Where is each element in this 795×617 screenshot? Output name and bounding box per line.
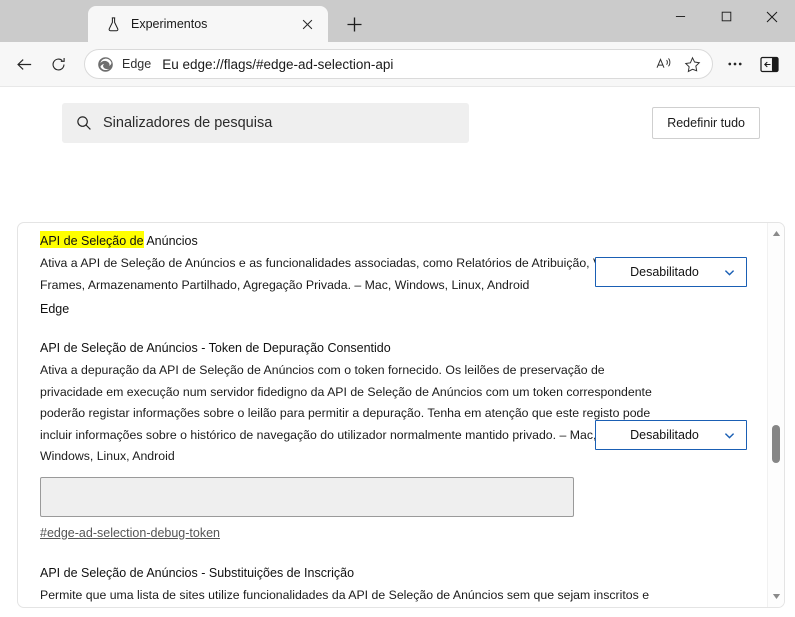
sidebar-icon xyxy=(759,56,779,72)
flag-value-input[interactable] xyxy=(40,476,574,517)
read-aloud-button[interactable] xyxy=(650,51,678,77)
maximize-icon xyxy=(721,11,731,22)
back-button[interactable] xyxy=(8,48,40,80)
favorites-button[interactable] xyxy=(678,51,706,77)
flag-anchor-link[interactable]: #edge-ad-selection-debug-token xyxy=(40,524,220,542)
flag-title-rest: Anúncios xyxy=(143,234,198,248)
flag-title: API de Seleção de Anúncios xyxy=(40,232,766,251)
flag-state-value: Desabilitado xyxy=(630,428,699,442)
flag-title: API de Seleção de Anúncios - Substituiçõ… xyxy=(40,564,766,583)
scrollbar-thumb[interactable] xyxy=(772,425,780,463)
close-icon[interactable] xyxy=(296,13,318,35)
flag-state-value: Desabilitado xyxy=(630,265,699,279)
edge-logo-icon xyxy=(98,56,113,72)
flag-state-select[interactable]: Desabilitado xyxy=(595,420,747,450)
flag-entry: API de Seleção de Anúncios - Token de De… xyxy=(40,339,766,542)
scroll-down-button[interactable] xyxy=(768,588,784,605)
title-bar: Experimentos xyxy=(0,0,795,42)
tab-experimentos[interactable]: Experimentos xyxy=(88,6,328,42)
minimize-button[interactable] xyxy=(657,0,703,33)
flags-list-panel: API de Seleção de Anúncios Ativa a API d… xyxy=(17,222,785,608)
reset-all-button[interactable]: Redefinir tudo xyxy=(652,107,761,139)
search-icon xyxy=(77,116,91,130)
flask-icon xyxy=(108,16,119,31)
close-window-button[interactable] xyxy=(749,0,795,33)
arrow-left-icon xyxy=(16,58,31,70)
navigation-toolbar: Edge Eu edge://flags/#edge-ad-selection-… xyxy=(0,42,795,86)
flag-title-rest: API de Seleção de Anúncios - Substituiçõ… xyxy=(40,565,355,580)
omnibox-brand-label: Edge xyxy=(122,57,152,71)
flag-title-highlight: API de Seleção de xyxy=(40,234,144,248)
star-icon xyxy=(684,56,700,72)
maximize-button[interactable] xyxy=(703,0,749,33)
sidebar-toggle-button[interactable] xyxy=(753,48,785,80)
flag-platform-label: Edge xyxy=(40,302,70,316)
flags-page: Sinalizadores de pesquisa Redefinir tudo… xyxy=(0,86,795,617)
chevron-down-icon xyxy=(724,432,735,439)
flag-entry: API de Seleção de Anúncios - Substituiçõ… xyxy=(40,564,766,608)
omnibox-url-text: Eu edge://flags/#edge-ad-selection-api xyxy=(162,56,394,72)
flag-title-rest: API de Seleção de Anúncios - Token de De… xyxy=(40,341,391,355)
address-bar[interactable]: Edge Eu edge://flags/#edge-ad-selection-… xyxy=(84,49,713,79)
tab-label: Experimentos xyxy=(131,17,208,31)
flag-description: Ativa a depuração da API de Seleção de A… xyxy=(40,363,652,463)
close-icon xyxy=(766,11,778,22)
caret-up-icon xyxy=(772,230,780,237)
new-tab-button[interactable] xyxy=(337,7,371,41)
flag-title: API de Seleção de Anúncios - Token de De… xyxy=(40,339,766,358)
refresh-icon xyxy=(52,57,65,70)
plus-icon xyxy=(346,16,362,32)
minimize-icon xyxy=(675,16,685,17)
ellipsis-icon xyxy=(728,62,742,66)
flag-description: Permite que uma lista de sites utilize f… xyxy=(40,587,650,602)
flags-list: API de Seleção de Anúncios Ativa a API d… xyxy=(18,223,766,607)
flag-state-select[interactable]: Desabilitado xyxy=(595,257,747,287)
settings-and-more-button[interactable] xyxy=(719,48,751,80)
scroll-up-button[interactable] xyxy=(768,225,784,242)
search-input[interactable]: Sinalizadores de pesquisa xyxy=(62,103,470,143)
tab-strip: Experimentos xyxy=(0,0,371,42)
chevron-down-icon xyxy=(724,269,735,276)
refresh-button[interactable] xyxy=(42,48,74,80)
toolbar-right-actions xyxy=(719,48,785,80)
window-controls xyxy=(657,0,795,33)
caret-down-icon xyxy=(772,593,780,600)
search-row: Sinalizadores de pesquisa Redefinir tudo xyxy=(0,87,795,157)
vertical-scrollbar[interactable] xyxy=(767,223,784,607)
flag-description: Ativa a API de Seleção de Anúncios e as … xyxy=(40,256,635,292)
read-aloud-icon xyxy=(656,58,670,68)
search-placeholder-text: Sinalizadores de pesquisa xyxy=(103,115,273,131)
flag-entry: API de Seleção de Anúncios Ativa a API d… xyxy=(40,232,766,320)
